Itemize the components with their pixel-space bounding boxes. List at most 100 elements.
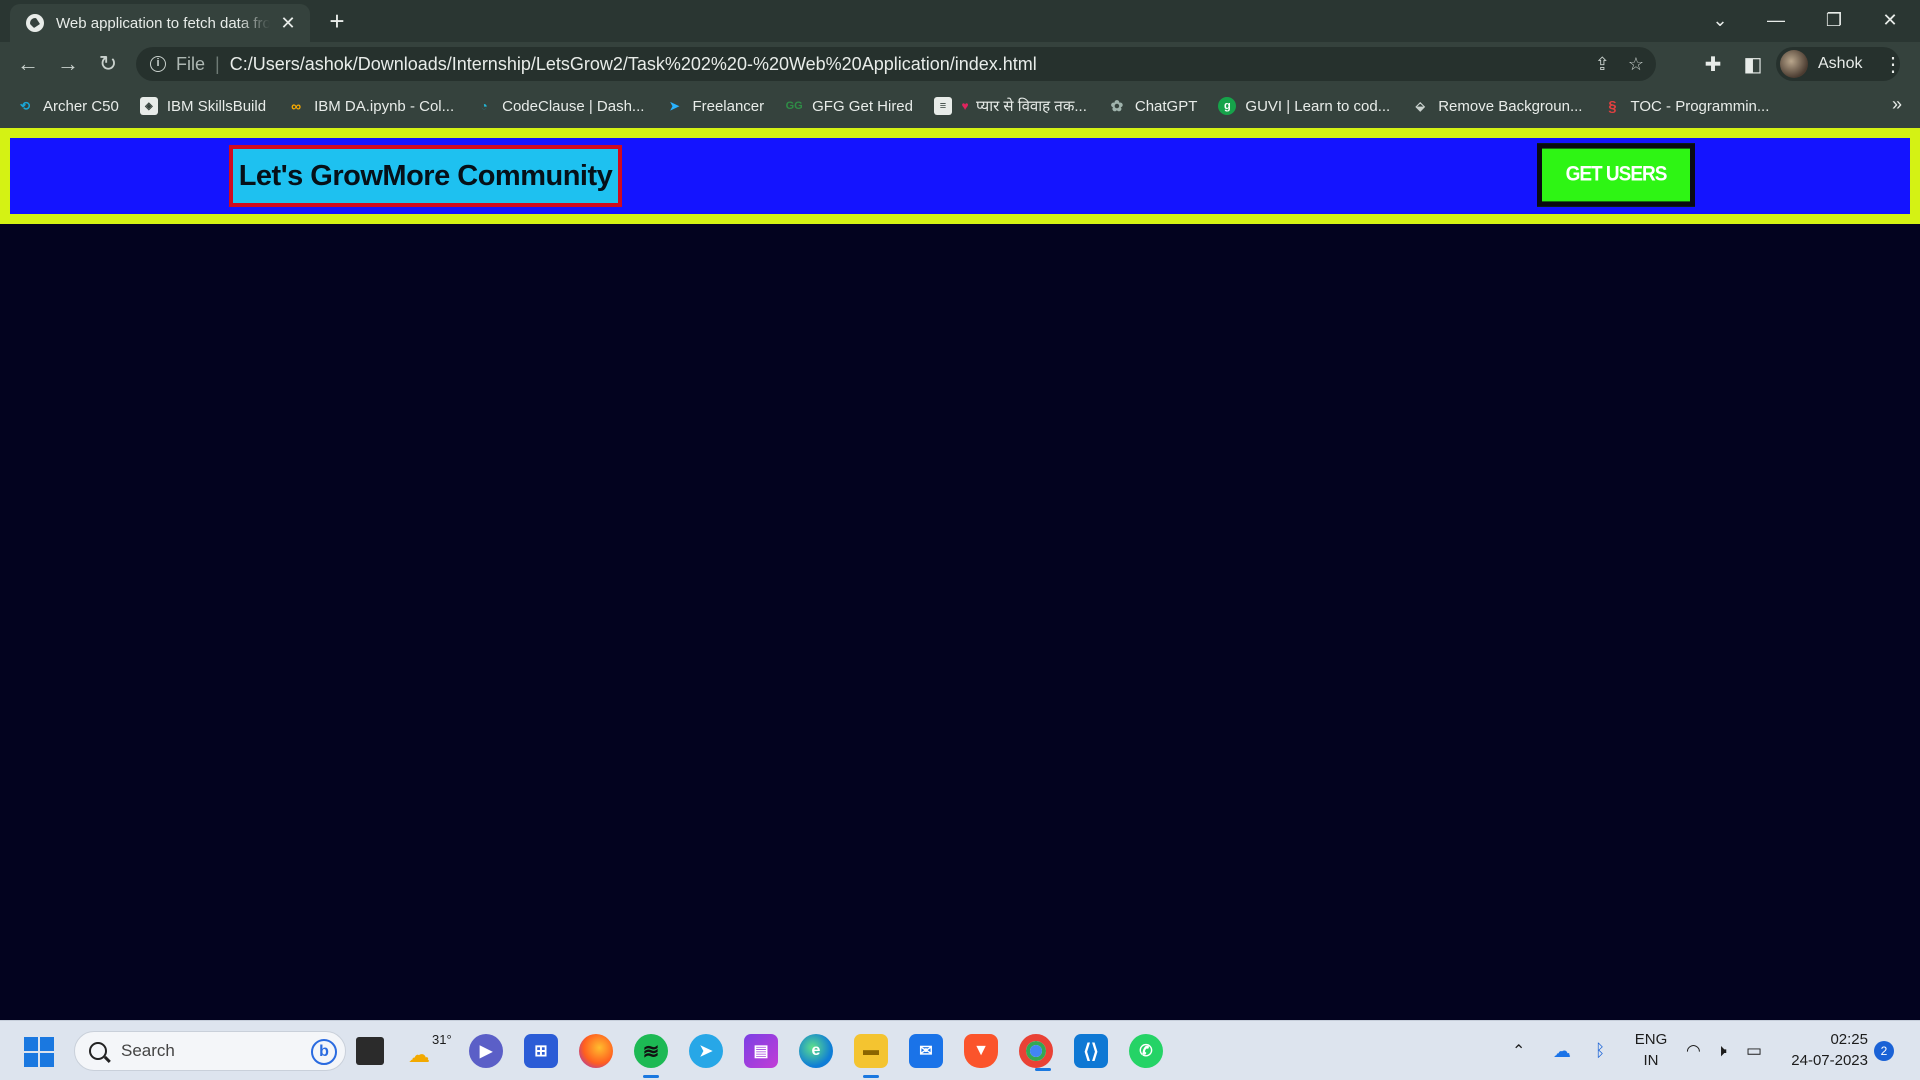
site-navbar: Let's GrowMore Community GET USERS — [0, 128, 1920, 224]
edge-icon[interactable]: e — [799, 1034, 833, 1068]
removebg-icon: ⬙ — [1415, 99, 1425, 113]
new-tab-button[interactable]: + — [322, 8, 352, 36]
whatsapp-icon[interactable]: ✆ — [1129, 1034, 1163, 1068]
heart-icon: ♥ — [961, 99, 969, 113]
taskbar: Search b ☁ 31° ▶ ⊞ ≋ ➤ ▤ e ▬ ✉ ▼ ⟨⟩ ✆ ⌃ … — [0, 1020, 1920, 1080]
bookmark-label: ChatGPT — [1134, 97, 1198, 115]
search-icon — [89, 1042, 107, 1060]
bookmark-guvi[interactable]: g GUVI | Learn to cod... — [1218, 97, 1390, 115]
more-bookmarks-chevron-icon[interactable]: » — [1892, 94, 1902, 115]
restore-button[interactable]: ❐ — [1806, 0, 1862, 40]
toc-icon: § — [1608, 97, 1617, 115]
ibm-icon: ◈ — [139, 97, 158, 115]
profile-name: Ashok — [1818, 55, 1863, 72]
bookmark-label: प्यार से विवाह तक... — [976, 98, 1087, 115]
bookmark-label: Archer C50 — [43, 97, 119, 115]
telegram-icon[interactable]: ➤ — [689, 1034, 723, 1068]
onedrive-icon[interactable]: ☁ — [1553, 1021, 1571, 1080]
book-icon: ≡ — [934, 97, 952, 115]
side-panel-icon[interactable]: ◧ — [1738, 49, 1768, 79]
bookmark-remove-background[interactable]: ⬙ Remove Backgroun... — [1411, 97, 1583, 115]
bing-icon[interactable]: b — [311, 1039, 337, 1065]
notification-badge[interactable]: 2 — [1874, 1041, 1894, 1061]
bookmark-toc[interactable]: § TOC - Programmin... — [1603, 97, 1769, 115]
reload-icon[interactable]: ↻ — [92, 48, 124, 80]
bookmark-label: IBM SkillsBuild — [166, 97, 267, 115]
tab-title: Web application to fetch data from API — [56, 14, 270, 32]
language-indicator[interactable]: ENG IN — [1630, 1029, 1672, 1071]
bookmark-freelancer[interactable]: ➤ Freelancer — [665, 97, 764, 115]
share-icon[interactable]: ⇪ — [1595, 54, 1610, 75]
info-icon[interactable]: i — [150, 56, 166, 72]
browser-chrome: Web application to fetch data from API ✕… — [0, 0, 1920, 128]
gfg-icon: GG — [785, 100, 803, 112]
clock-date: 24-07-2023 — [1791, 1052, 1868, 1069]
system-clock[interactable]: 02:25 24-07-2023 — [1782, 1029, 1868, 1071]
bookmark-ibm-da-colab[interactable]: ∞ IBM DA.ipynb - Col... — [287, 97, 454, 115]
battery-icon[interactable]: ▭ — [1746, 1021, 1762, 1080]
bookmark-label: Freelancer — [692, 97, 765, 115]
back-arrow-icon[interactable]: ← — [12, 48, 44, 80]
globe-icon — [26, 14, 44, 32]
weather-widget[interactable]: ☁ 31° — [408, 1032, 452, 1068]
mail-icon[interactable]: ✉ — [909, 1034, 943, 1068]
bookmark-label: CodeClause | Dash... — [502, 97, 645, 115]
avatar — [1780, 50, 1808, 78]
get-users-button[interactable]: GET USERS — [1537, 143, 1695, 207]
bookmark-label: GFG Get Hired — [812, 97, 913, 115]
clipchamp-icon[interactable]: ▤ — [744, 1034, 778, 1068]
freelancer-icon: ➤ — [669, 99, 680, 113]
page-viewport: Let's GrowMore Community GET USERS — [0, 128, 1920, 1020]
search-placeholder: Search — [121, 1041, 175, 1060]
colab-icon: ∞ — [291, 98, 302, 114]
bookmark-codeclause[interactable]: ◔ CodeClause | Dash... — [475, 97, 645, 115]
spotify-icon[interactable]: ≋ — [634, 1034, 668, 1078]
chatgpt-icon: ✿ — [1110, 98, 1124, 115]
bookmark-chatgpt[interactable]: ✿ ChatGPT — [1108, 97, 1198, 116]
taskbar-search[interactable]: Search b — [74, 1031, 346, 1071]
bookmark-hindi-page[interactable]: ≡ ♥ प्यार से विवाह तक... — [934, 96, 1087, 116]
url-scheme: File — [176, 53, 206, 74]
language-code: ENG — [1634, 1031, 1668, 1048]
bookmark-label: Remove Backgroun... — [1438, 97, 1583, 115]
bookmark-gfg-get-hired[interactable]: GG GFG Get Hired — [785, 97, 913, 115]
browser-toolbar: ← → ↻ i File | C:/Users/ashok/Downloads/… — [0, 42, 1920, 88]
sun-cloud-icon: ☁ — [408, 1042, 430, 1067]
microsoft-store-icon[interactable]: ⊞ — [524, 1034, 558, 1068]
browser-tab-active[interactable]: Web application to fetch data from API ✕ — [10, 4, 310, 42]
tab-search-icon[interactable]: ⌄ — [1692, 0, 1748, 40]
url-text: C:/Users/ashok/Downloads/Internship/Lets… — [229, 53, 1037, 74]
task-view-icon[interactable] — [356, 1037, 384, 1065]
kebab-menu-icon[interactable]: ⋮ — [1878, 49, 1908, 79]
teams-chat-icon[interactable]: ▶ — [469, 1034, 503, 1068]
firefox-icon[interactable] — [579, 1034, 613, 1068]
address-bar[interactable]: i File | C:/Users/ashok/Downloads/Intern… — [136, 47, 1656, 81]
close-tab-icon[interactable]: ✕ — [278, 13, 298, 33]
close-window-button[interactable]: ✕ — [1862, 0, 1918, 40]
bookmark-label: GUVI | Learn to cod... — [1245, 97, 1391, 115]
star-bookmark-icon[interactable]: ☆ — [1628, 54, 1644, 75]
bluetooth-icon[interactable]: ᛒ — [1595, 1021, 1605, 1080]
bookmark-archer-c50[interactable]: ⟲ Archer C50 — [16, 97, 119, 115]
bookmarks-bar: ⟲ Archer C50 ◈ IBM SkillsBuild ∞ IBM DA.… — [0, 90, 1920, 122]
brave-icon[interactable]: ▼ — [964, 1034, 998, 1068]
clock-time: 02:25 — [1830, 1031, 1868, 1048]
bookmark-label: IBM DA.ipynb - Col... — [314, 97, 455, 115]
tab-strip: Web application to fetch data from API ✕… — [0, 0, 1920, 42]
chrome-center-icon — [1030, 1045, 1042, 1057]
forward-arrow-icon[interactable]: → — [52, 48, 84, 80]
brand-title: Let's GrowMore Community — [229, 145, 622, 207]
chrome-icon[interactable] — [1019, 1034, 1053, 1071]
region-code: IN — [1643, 1052, 1659, 1069]
extensions-puzzle-icon[interactable]: ✚ — [1698, 49, 1728, 79]
wifi-icon[interactable]: ◠ — [1686, 1021, 1701, 1080]
file-explorer-icon[interactable]: ▬ — [854, 1034, 888, 1078]
windows-start-icon[interactable] — [24, 1037, 54, 1067]
bookmark-ibm-skillsbuild[interactable]: ◈ IBM SkillsBuild — [139, 97, 267, 115]
volume-icon[interactable]: 🕨 — [1716, 1021, 1727, 1080]
bookmark-label: TOC - Programmin... — [1630, 97, 1770, 115]
url-separator: | — [215, 53, 220, 74]
vscode-icon[interactable]: ⟨⟩ — [1074, 1034, 1108, 1068]
minimize-button[interactable]: — — [1748, 0, 1804, 40]
show-hidden-icons-chevron[interactable]: ⌃ — [1512, 1021, 1525, 1080]
